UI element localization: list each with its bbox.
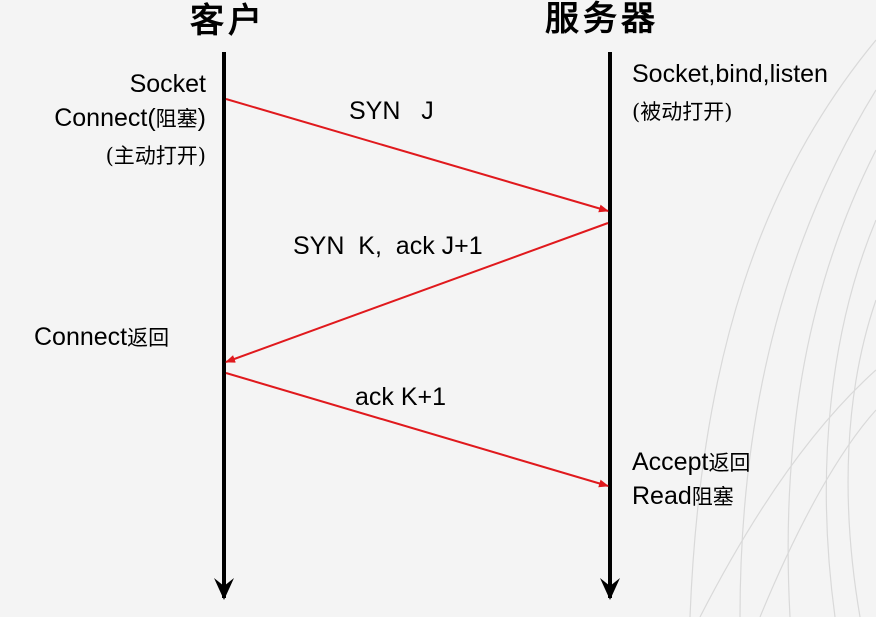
client-active-open-label: (主动打开) [105, 144, 206, 168]
server-read-label: Read阻塞 [632, 482, 734, 511]
read-prefix: Read [632, 482, 692, 510]
server-accept-label: Accept返回 [632, 448, 750, 477]
syn-ack-message-label: SYN K, ack J+1 [293, 232, 483, 260]
connect-return-cn: 返回 [127, 326, 170, 350]
syn-message-label: SYN J [349, 97, 434, 125]
accept-cn: 返回 [708, 451, 751, 475]
connect-block-text: 阻塞 [155, 107, 198, 131]
client-title: 客户 [190, 1, 266, 41]
client-connect-return-label: Connect返回 [34, 323, 169, 352]
client-connect-label: Connect(阻塞) [54, 104, 206, 133]
connect-suffix: ) [197, 104, 206, 132]
server-title: 服务器 [545, 0, 659, 39]
read-cn: 阻塞 [691, 485, 734, 509]
server-passive-open-label: (被动打开) [632, 100, 733, 124]
client-socket-label: Socket [129, 70, 206, 98]
connect-prefix: Connect( [54, 104, 156, 132]
accept-prefix: Accept [632, 448, 709, 476]
ack-message-label: ack K+1 [355, 383, 447, 411]
connect-return-prefix: Connect [34, 323, 128, 351]
server-socket-bind-listen-label: Socket,bind,listen [632, 60, 828, 88]
